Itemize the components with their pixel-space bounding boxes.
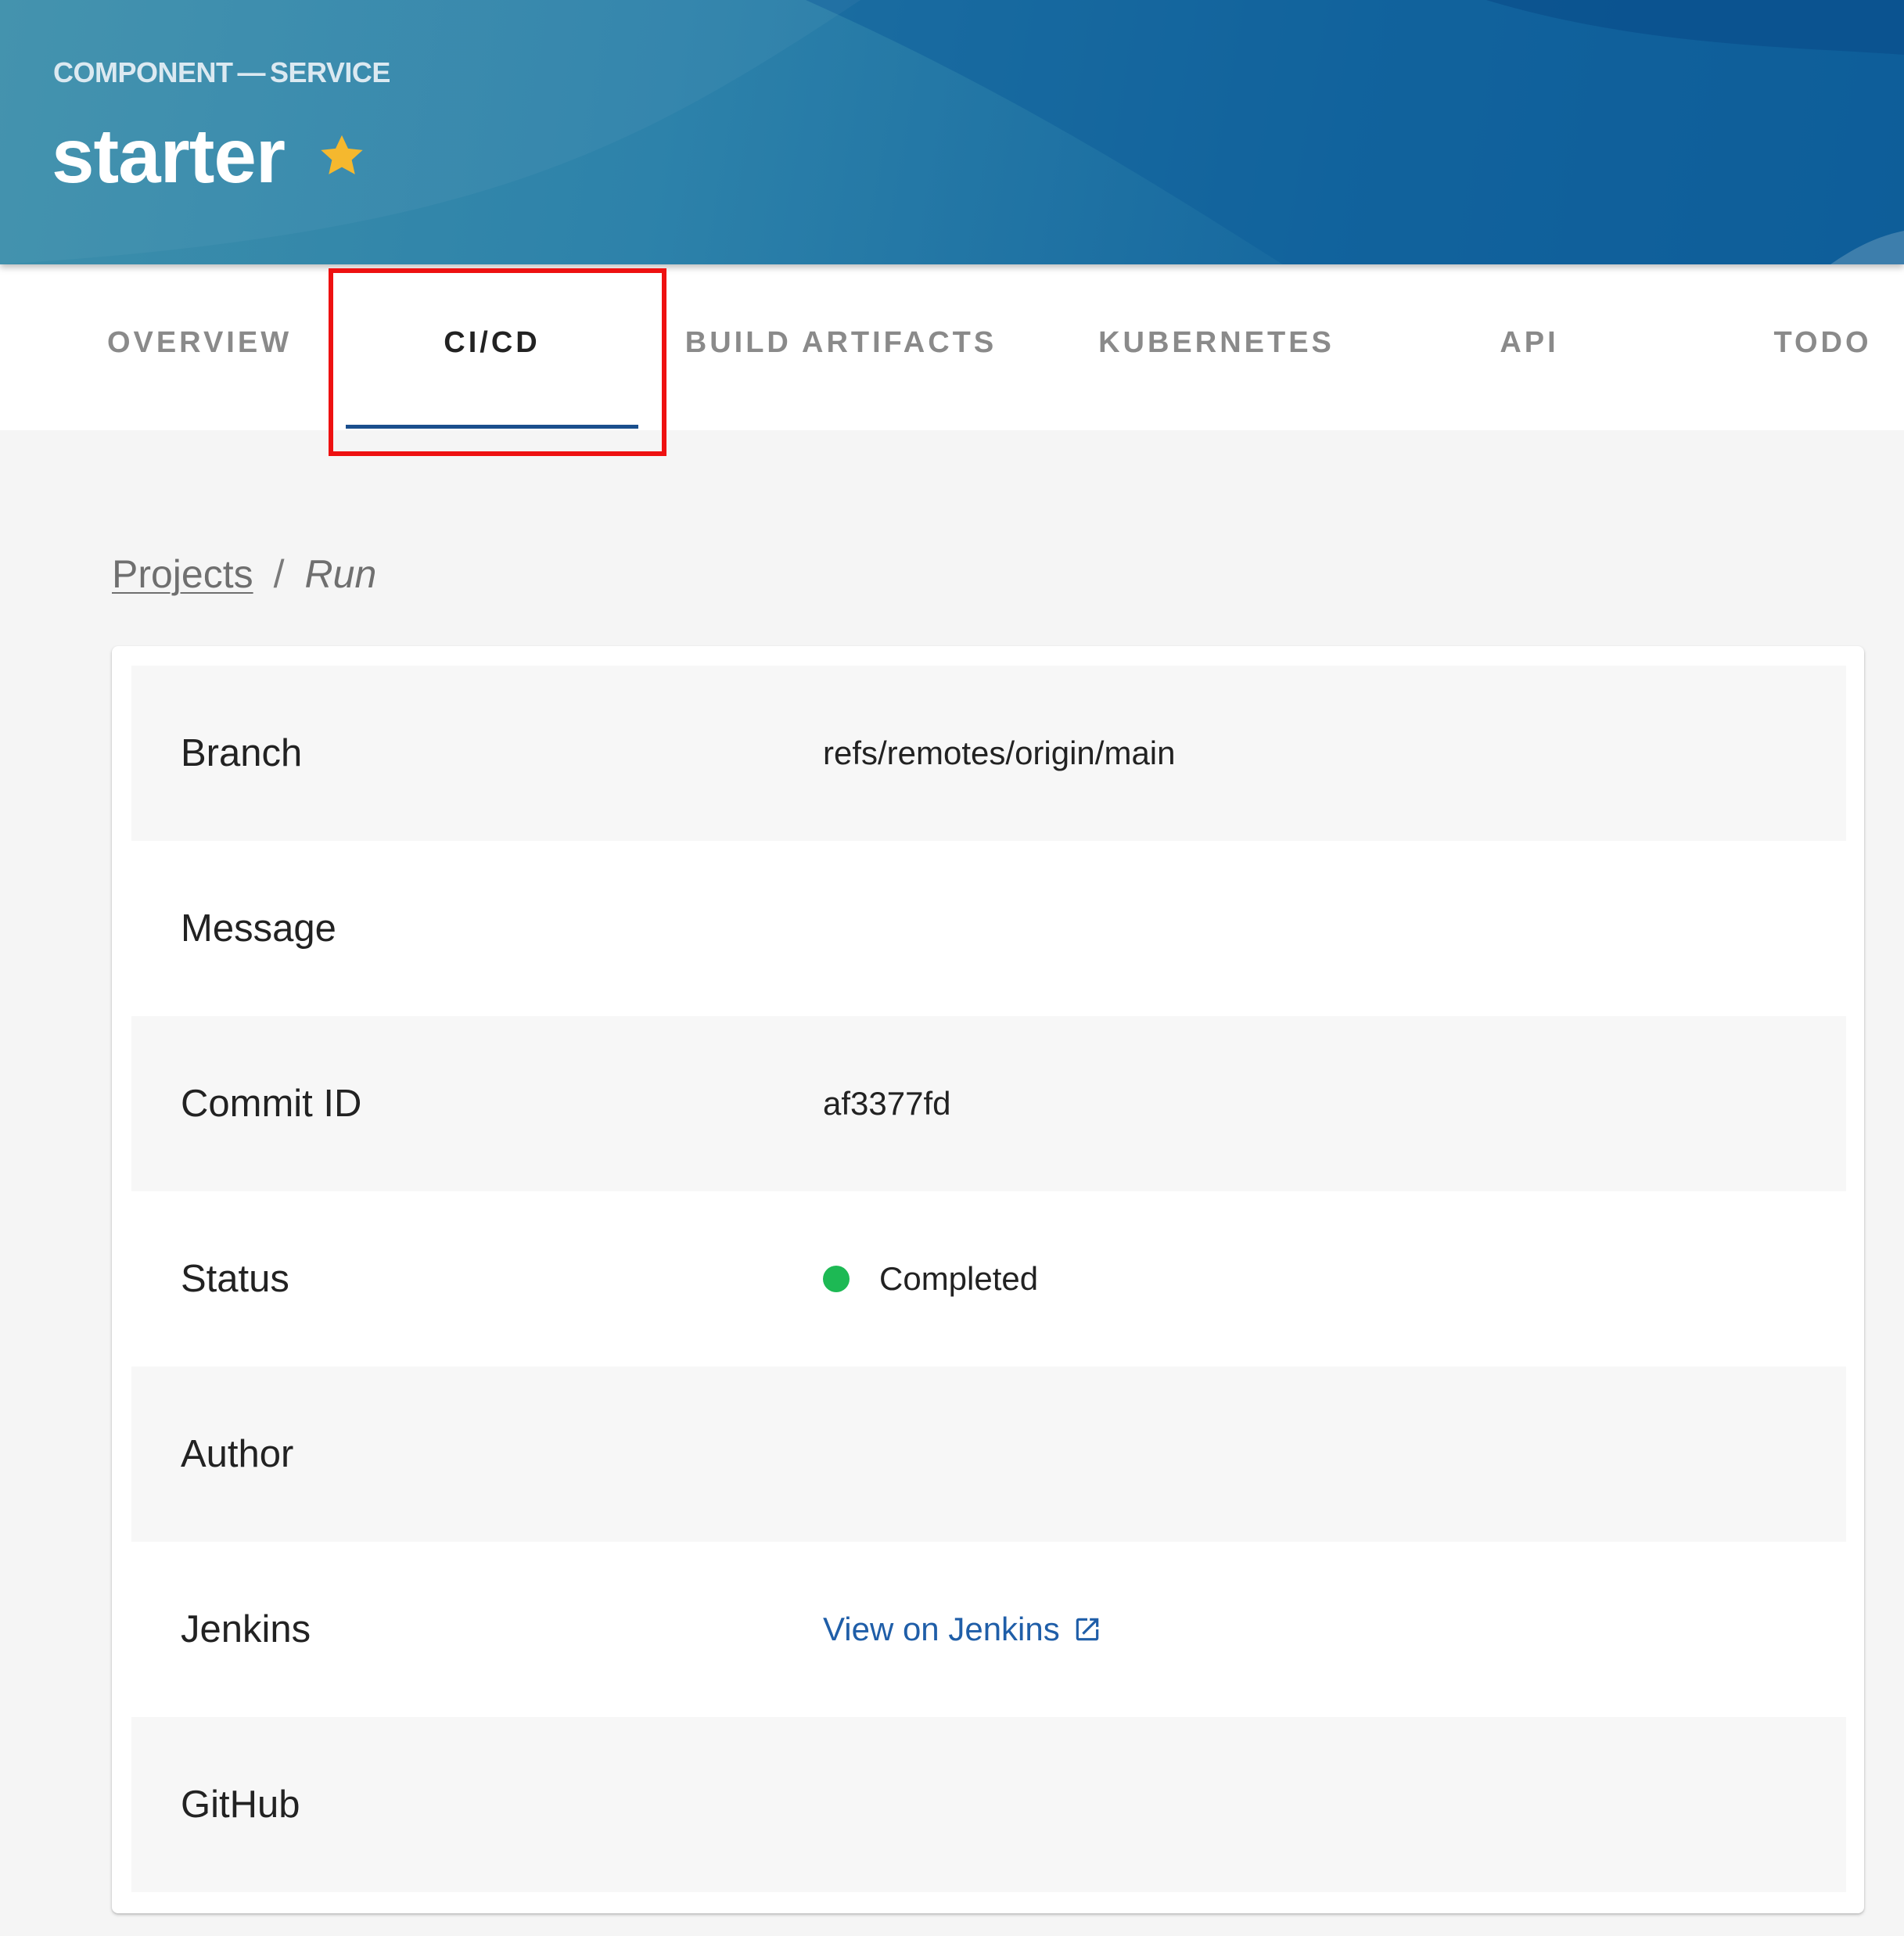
jenkins-label: Jenkins	[181, 1608, 311, 1650]
tab-overview[interactable]: OVERVIEW	[86, 264, 313, 430]
commit-id-value: af3377fd	[823, 1085, 951, 1122]
detail-row-github: GitHub	[131, 1717, 1846, 1892]
detail-row-jenkins: Jenkins View on Jenkins	[131, 1542, 1846, 1717]
star-icon[interactable]	[316, 130, 368, 181]
tab-todo[interactable]: TODO	[1752, 264, 1893, 430]
message-label: Message	[181, 907, 336, 950]
breadcrumb-projects-link[interactable]: Projects	[112, 551, 253, 597]
view-on-jenkins-text: View on Jenkins	[823, 1611, 1060, 1647]
run-details-table: Branch refs/remotes/origin/main Message …	[131, 666, 1846, 1892]
breadcrumb: Projects / Run	[112, 551, 376, 597]
entity-kind-separator: —	[237, 56, 266, 88]
jenkins-value: View on Jenkins	[823, 1611, 1102, 1648]
run-details-card: Branch refs/remotes/origin/main Message …	[112, 646, 1864, 1913]
status-label: Status	[181, 1258, 289, 1300]
detail-row-branch: Branch refs/remotes/origin/main	[131, 666, 1846, 841]
github-label: GitHub	[181, 1783, 300, 1826]
breadcrumb-separator: /	[273, 552, 285, 596]
breadcrumb-current: Run	[304, 552, 377, 596]
detail-row-commit: Commit ID af3377fd	[131, 1016, 1846, 1191]
status-value: Completed	[823, 1260, 1038, 1298]
entity-header: COMPONENT — SERVICE starter	[0, 0, 1904, 264]
view-on-jenkins-link[interactable]: View on Jenkins	[823, 1611, 1102, 1648]
highlight-annotation	[329, 268, 666, 456]
entity-kind-label: COMPONENT	[53, 56, 233, 88]
entity-kind: COMPONENT — SERVICE	[53, 56, 390, 89]
status-text: Completed	[879, 1260, 1039, 1297]
tab-bar: OVERVIEW CI/CD BUILD ARTIFACTS KUBERNETE…	[0, 264, 1904, 430]
external-link-icon	[1072, 1615, 1102, 1644]
entity-type-label: SERVICE	[270, 56, 390, 88]
title-row: starter	[52, 117, 368, 194]
commit-id-label: Commit ID	[181, 1083, 362, 1125]
status-success-icon	[823, 1266, 850, 1292]
tab-api[interactable]: API	[1471, 264, 1588, 430]
detail-row-author: Author	[131, 1367, 1846, 1542]
detail-row-status: Status Completed	[131, 1191, 1846, 1367]
tab-kubernetes[interactable]: KUBERNETES	[1080, 264, 1353, 430]
branch-value: refs/remotes/origin/main	[823, 735, 1176, 771]
branch-label: Branch	[181, 732, 303, 774]
detail-row-message: Message	[131, 841, 1846, 1016]
page-title: starter	[52, 113, 286, 199]
tab-build-artifacts[interactable]: BUILD ARTIFACTS	[681, 264, 1001, 430]
author-label: Author	[181, 1433, 294, 1475]
